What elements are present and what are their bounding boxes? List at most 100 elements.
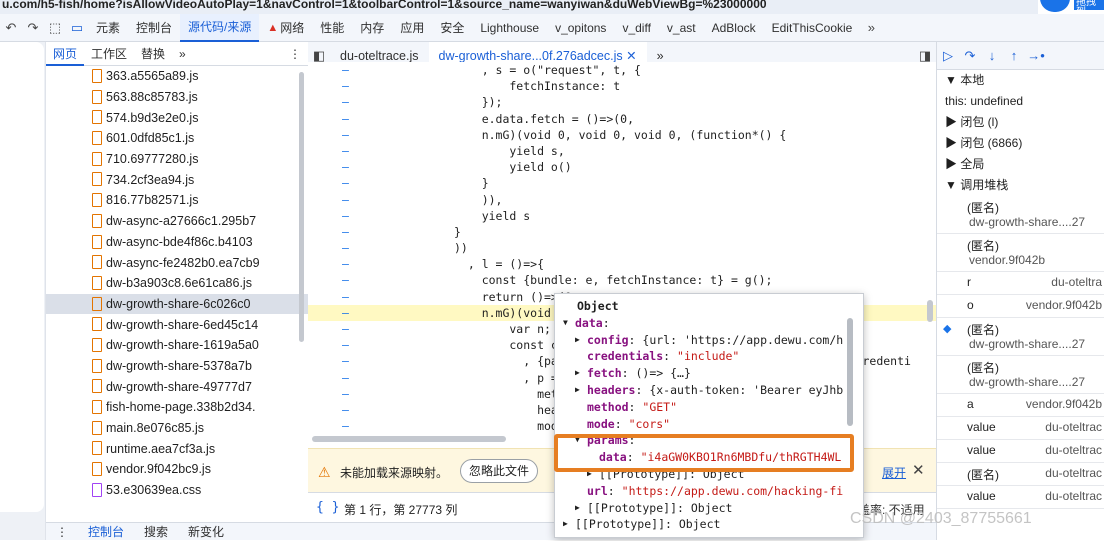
navigator-menu-icon[interactable]: ⋮ [282, 42, 308, 66]
file-item[interactable]: dw-growth-share-6ed45c14 [46, 314, 308, 335]
scope-item[interactable]: ▶ 闭包 (6866) [937, 133, 1104, 154]
collapsed-triangle-icon[interactable]: ▶ [575, 500, 580, 517]
scope-item[interactable]: this: undefined [937, 91, 1104, 112]
file-item[interactable]: 574.b9d3e2e0.js [46, 107, 308, 128]
tab-11[interactable]: v_ast [659, 14, 704, 42]
drawer-tab[interactable]: 搜索 [134, 523, 178, 541]
object-property[interactable]: ▶ headers: {x-auth-token: 'Bearer eyJhb [555, 382, 863, 399]
file-item[interactable]: 601.0dfd85c1.js [46, 128, 308, 149]
expanded-triangle-icon[interactable]: ▼ [563, 315, 568, 332]
file-item[interactable]: 53.e30639ea.css [46, 480, 308, 501]
more-navigator-icon[interactable]: » [172, 42, 193, 66]
tab-9[interactable]: v_opitons [547, 14, 614, 42]
call-frame[interactable]: (匿名) dw-growth-share....27 [937, 196, 1104, 234]
close-tab-icon[interactable]: ✕ [623, 49, 636, 63]
file-item[interactable]: 816.77b82571.js [46, 190, 308, 211]
scope-item[interactable]: ▼ 调用堆栈 [937, 175, 1104, 196]
file-tree-scrollbar[interactable] [299, 72, 304, 342]
inspect-element-icon[interactable]: ⬚ [44, 17, 66, 39]
tab-3[interactable]: ▲ 网络 [259, 14, 312, 42]
file-item[interactable]: dw-growth-share-6c026c0 [46, 293, 308, 315]
step-into-icon[interactable]: ↓ [981, 45, 1003, 67]
pretty-print-icon[interactable]: { } [316, 500, 339, 515]
file-item[interactable]: dw-growth-share-1619a5a0 [46, 335, 308, 356]
resume-icon[interactable]: ▷ [937, 45, 959, 67]
ignore-file-button[interactable]: 忽略此文件 [460, 459, 539, 483]
file-item[interactable]: 563.88c85783.js [46, 87, 308, 108]
tab-5[interactable]: 内存 [352, 14, 392, 42]
close-icon[interactable]: ✕ [912, 461, 925, 479]
undo-icon[interactable]: ↶ [0, 17, 22, 39]
device-toggle-icon[interactable]: ▭ [66, 17, 88, 39]
navigator-tab[interactable]: 工作区 [84, 42, 134, 66]
collapsed-triangle-icon[interactable]: ▶ [563, 516, 568, 533]
expand-link[interactable]: 展开 [882, 464, 906, 481]
file-item[interactable]: 710.69777280.js [46, 149, 308, 170]
object-property[interactable]: ▶ config: {url: 'https://app.dewu.com/h [555, 332, 863, 349]
call-frame[interactable]: value du-oteltrac [937, 440, 1104, 463]
more-tabs-icon[interactable]: » [860, 17, 882, 39]
tab-4[interactable]: 性能 [312, 14, 352, 42]
tab-13[interactable]: EditThisCookie [764, 14, 861, 42]
object-property[interactable]: ▼ data: [555, 315, 863, 332]
drawer-tab[interactable]: 控制台 [78, 523, 134, 541]
file-item[interactable]: dw-growth-share-5378a7b [46, 356, 308, 377]
tab-7[interactable]: 安全 [432, 14, 472, 42]
collapsed-triangle-icon[interactable]: ▶ [575, 332, 580, 349]
scope-item[interactable]: ▶ 闭包 (l) [937, 112, 1104, 133]
tab-0[interactable]: 元素 [88, 14, 128, 42]
popover-scrollbar[interactable] [847, 318, 853, 426]
object-property[interactable]: ▶ fetch: ()=> {…} [555, 365, 863, 382]
step-over-icon[interactable]: ↷ [959, 45, 981, 67]
tab-2[interactable]: 源代码/来源 [180, 13, 260, 42]
call-frame[interactable]: (匿名) du-oteltrac [937, 463, 1104, 486]
tab-6[interactable]: 应用 [392, 14, 432, 42]
navigator-tab[interactable]: 网页 [46, 42, 85, 66]
object-property[interactable]: url: "https://app.dewu.com/hacking-fi [555, 483, 863, 500]
file-item[interactable]: 734.2cf3ea94.js [46, 169, 308, 190]
tab-1[interactable]: 控制台 [128, 14, 180, 42]
editor-horizontal-scrollbar[interactable] [312, 436, 506, 442]
editor-vertical-scrollbar[interactable] [927, 300, 933, 322]
file-item[interactable]: fish-home-page.338b2d34. [46, 397, 308, 418]
call-frame[interactable]: o vendor.9f042b [937, 295, 1104, 318]
object-property[interactable]: ▶ [[Prototype]]: Object [555, 500, 863, 517]
redo-icon[interactable]: ↷ [22, 17, 44, 39]
call-frame[interactable]: (匿名) dw-growth-share....27 [937, 356, 1104, 394]
scope-item[interactable]: ▶ 全局 [937, 154, 1104, 175]
frame-location: du-oteltrac [1045, 466, 1102, 480]
file-item[interactable]: vendor.9f042bc9.js [46, 459, 308, 480]
drawer-tab[interactable]: 新变化 [178, 523, 234, 541]
tab-label: 安全 [440, 21, 465, 35]
call-frame[interactable]: value du-oteltrac [937, 417, 1104, 440]
call-frame[interactable]: (匿名) vendor.9f042b [937, 234, 1104, 272]
file-item[interactable]: dw-async-fe2482b0.ea7cb9 [46, 252, 308, 273]
file-item[interactable]: 363.a5565a89.js [46, 66, 308, 87]
object-property[interactable]: mode: "cors" [555, 416, 863, 433]
drawer-menu-icon[interactable]: ⋮ [46, 523, 78, 541]
step-out-icon[interactable]: ↑ [1003, 45, 1025, 67]
file-item[interactable]: dw-async-a27666c1.295b7 [46, 211, 308, 232]
file-item[interactable]: runtime.aea7cf3a.js [46, 438, 308, 459]
object-property[interactable]: ▶ [[Prototype]]: Object [555, 516, 863, 533]
scope-item[interactable]: ▼ 本地 [937, 70, 1104, 91]
call-frame[interactable]: r du-oteltra [937, 272, 1104, 295]
call-frame[interactable]: ◆ (匿名) dw-growth-share....27 [937, 318, 1104, 356]
object-property[interactable]: credentials: "include" [555, 348, 863, 365]
file-item[interactable]: dw-b3a903c8.6e61ca86.js [46, 273, 308, 294]
extension-badge[interactable]: 拖拽到 [1038, 0, 1104, 18]
tab-10[interactable]: v_diff [614, 14, 658, 42]
collapsed-triangle-icon[interactable]: ▶ [575, 382, 580, 399]
tab-12[interactable]: AdBlock [704, 14, 764, 42]
call-frame[interactable]: a vendor.9f042b [937, 394, 1104, 417]
file-item[interactable]: dw-growth-share-49777d7 [46, 376, 308, 397]
collapsed-triangle-icon[interactable]: ▶ [575, 365, 580, 382]
tab-8[interactable]: Lighthouse [472, 14, 547, 42]
step-icon[interactable]: →• [1025, 45, 1047, 67]
address-bar[interactable]: u.com/h5-fish/home?isAllowVideoAutoPlay=… [0, 0, 1104, 14]
call-frame[interactable]: value du-oteltrac [937, 486, 1104, 509]
file-item[interactable]: main.8e076c85.js [46, 418, 308, 439]
object-property[interactable]: method: "GET" [555, 399, 863, 416]
navigator-tab[interactable]: 替换 [134, 42, 172, 66]
file-item[interactable]: dw-async-bde4f86c.b4103 [46, 232, 308, 253]
